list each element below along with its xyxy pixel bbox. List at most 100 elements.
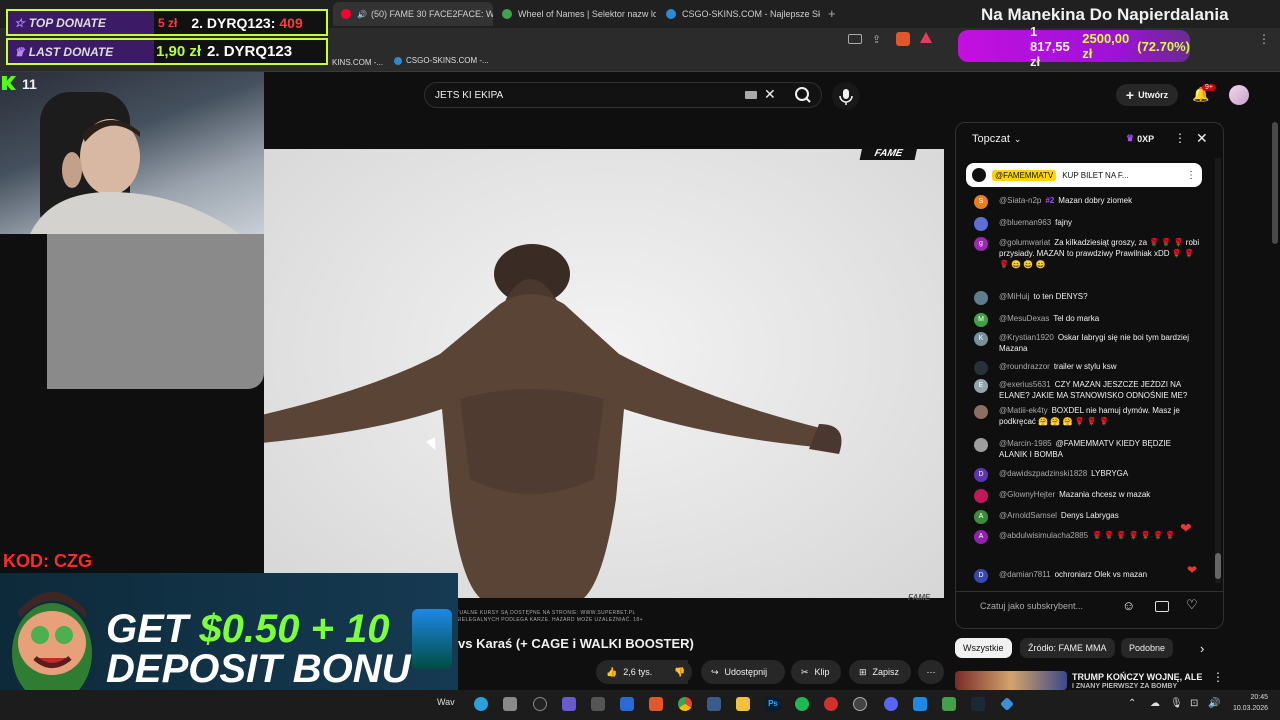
chat-message[interactable]: K @Krystian1920 Oskar Iabrygi się nie boi … — [974, 332, 1200, 354]
steam-like-icon[interactable] — [853, 697, 867, 711]
more-actions-button[interactable]: ⋯ — [918, 660, 944, 684]
network-icon[interactable]: ⊡ — [1190, 698, 1198, 709]
taskbar-date[interactable]: 10.03.2026 — [1228, 705, 1268, 712]
chat-username[interactable]: @dawidszpadzinski1828 — [999, 469, 1087, 478]
browser-tab-wheel[interactable]: Wheel of Names | Selektor nazw losu — [494, 2, 656, 26]
chat-message[interactable]: A @ArnoldSamsel Denys Labrygas — [974, 510, 1200, 524]
discord-app-icon[interactable] — [562, 697, 576, 711]
chip-source[interactable]: Źródło: FAME MMA — [1020, 638, 1115, 658]
chat-username[interactable]: @MesuDexas — [999, 314, 1049, 323]
chat-username[interactable]: @Siata-n2p — [999, 196, 1041, 205]
obs-icon[interactable] — [533, 697, 547, 711]
cast-icon[interactable] — [848, 34, 862, 44]
chat-message[interactable]: D @damian7811 ochroniarz Olek vs mazan — [974, 569, 1200, 583]
keyboard-icon[interactable] — [745, 91, 757, 99]
chat-message[interactable]: M @MesuDexas Tel do marka — [974, 313, 1200, 327]
chat-message[interactable]: @GlownyHejter Mazania chcesz w mazak — [974, 489, 1200, 503]
chat-username[interactable]: @blueman963 — [999, 218, 1051, 227]
file-explorer-icon[interactable] — [736, 697, 750, 711]
chat-avatar[interactable]: D — [974, 468, 988, 482]
chat-message[interactable]: D @dawidszpadzinski1828 LYBRYGA — [974, 468, 1200, 482]
minecraft-icon[interactable] — [942, 697, 956, 711]
create-button[interactable]: + Utwórz — [1116, 84, 1178, 106]
app-icon[interactable] — [707, 697, 721, 711]
chat-username[interactable]: @golumwariat — [999, 238, 1050, 247]
pinned-message[interactable]: @FAMEMMATV KUP BILET NA F... ⋮ — [966, 163, 1202, 187]
chat-message[interactable]: @Marcin-1985 @FAMEMMATV KIEDY BĘDZIE ALAN… — [974, 438, 1200, 460]
share-page-icon[interactable]: ⇪ — [872, 33, 881, 46]
dislike-button[interactable]: 👎 — [668, 660, 692, 684]
chip-related[interactable]: Podobne — [1121, 638, 1174, 658]
chat-avatar[interactable] — [974, 489, 988, 503]
new-tab-plus-icon[interactable]: + — [828, 6, 836, 21]
tray-cloud-icon[interactable]: ☁ — [1150, 698, 1160, 709]
chat-message[interactable]: @Matiii-ek4ty BOXDEL nie hamuj dymów. Mas… — [974, 405, 1200, 427]
user-avatar[interactable] — [1229, 85, 1249, 105]
chat-message[interactable]: E @exerius5631 CZY MAZAN JESZCZE JEŻDZI NA… — [974, 379, 1200, 401]
chat-mode-selector[interactable]: Topczat ⌄ — [972, 133, 1021, 145]
spotify-icon[interactable] — [795, 697, 809, 711]
chat-username[interactable]: @MiHuij — [999, 292, 1029, 301]
chat-message[interactable]: A @abdulwisimulacha2885 🌹 🌹 🌹 🌹 🌹 🌹 🌹 — [974, 530, 1200, 544]
chat-avatar[interactable]: A — [974, 510, 988, 524]
steam-icon[interactable] — [971, 697, 985, 711]
chat-username[interactable]: @exerius5631 — [999, 380, 1051, 389]
chat-message[interactable]: @roundrazzor trailer w stylu ksw — [974, 361, 1200, 375]
chat-username[interactable]: @roundrazzor — [999, 362, 1050, 371]
chat-avatar[interactable]: A — [974, 530, 988, 544]
app-icon[interactable] — [591, 697, 605, 711]
chat-message[interactable]: @MiHuij to ten DENYS? — [974, 291, 1200, 305]
chat-username[interactable]: @Marcin-1985 — [999, 439, 1052, 448]
discord-icon[interactable] — [884, 697, 898, 711]
taskbar-time[interactable]: 20:45 — [1228, 694, 1268, 701]
chips-next-icon[interactable]: › — [1200, 641, 1204, 656]
clip-button[interactable]: ✂ Klip — [791, 660, 841, 684]
chat-avatar[interactable]: K — [974, 332, 988, 346]
chat-menu-icon[interactable]: ⋮ — [1174, 131, 1186, 145]
browser-menu-icon[interactable]: ⋮ — [1258, 32, 1270, 46]
recommended-title-line2[interactable]: I ZNANY PIERWSZY ZA BOMBY — [1072, 683, 1177, 690]
chat-avatar[interactable]: g — [974, 237, 988, 251]
chat-input[interactable]: Czatuj jako subskrybent... — [980, 601, 1083, 611]
brave-icon[interactable] — [649, 697, 663, 711]
photoshop-icon[interactable]: Ps — [766, 697, 780, 711]
chat-avatar[interactable] — [974, 405, 988, 419]
chat-avatar[interactable]: M — [974, 313, 988, 327]
chat-avatar[interactable] — [974, 217, 988, 231]
volume-icon[interactable]: 🔊 — [1208, 698, 1220, 709]
recommended-thumbnail[interactable] — [955, 671, 1067, 690]
chat-points[interactable]: ♛ 0XP — [1126, 133, 1154, 144]
vscode-icon[interactable] — [620, 697, 634, 711]
telegram-icon[interactable] — [474, 697, 488, 711]
voice-search-button[interactable] — [832, 82, 860, 110]
tray-chevron-icon[interactable]: ⌃ — [1128, 698, 1136, 709]
chat-avatar[interactable]: S — [974, 195, 988, 209]
chat-avatar[interactable] — [974, 361, 988, 375]
search-input[interactable]: JETS KI EKIPA — [424, 82, 822, 108]
pinned-menu-icon[interactable]: ⋮ — [1186, 170, 1196, 181]
chat-message[interactable]: @blueman963 fajny — [974, 217, 1200, 231]
browser-tab-youtube[interactable]: 🔊 (50) FAME 30 FACE2FACE: Wa ✕ — [333, 2, 493, 26]
heart-reaction-icon[interactable]: ♡ — [1186, 597, 1198, 613]
recommended-menu-icon[interactable]: ⋮ — [1212, 670, 1224, 684]
clear-search-icon[interactable]: ✕ — [764, 86, 776, 103]
chat-username[interactable]: @Matiii-ek4ty — [999, 406, 1048, 415]
app-icon[interactable] — [824, 697, 838, 711]
chat-avatar[interactable] — [974, 438, 988, 452]
chrome-icon[interactable] — [678, 697, 692, 711]
camera-app-icon[interactable] — [503, 697, 517, 711]
chat-username[interactable]: @Krystian1920 — [999, 333, 1054, 342]
recommended-title[interactable]: TRUMP KOŃCZY WOJNĘ, ALE — [1072, 672, 1202, 682]
bookmark-item[interactable]: KINS.COM -... — [332, 58, 383, 67]
save-button[interactable]: ⊞ Zapisz — [849, 660, 911, 684]
chat-message[interactable]: g @golumwariat Za kilkadziesiąt groszy, za… — [974, 237, 1200, 270]
chat-username[interactable]: @abdulwisimulacha2885 — [999, 531, 1088, 540]
chat-message[interactable]: S @Siata-n2p #2 Mazan dobry ziomek — [974, 195, 1200, 209]
browser-tab-csgo[interactable]: CSGO-SKINS.COM - Najlepsze Skrzy — [658, 2, 820, 26]
chat-username[interactable]: @ArnoldSamsel — [999, 511, 1057, 520]
brave-shield-icon[interactable] — [896, 32, 910, 46]
chat-avatar[interactable]: D — [974, 569, 988, 583]
chat-scrollbar[interactable] — [1215, 158, 1221, 583]
chat-username[interactable]: @GlownyHejter — [999, 490, 1055, 499]
chip-all[interactable]: Wszystkie — [955, 638, 1012, 658]
